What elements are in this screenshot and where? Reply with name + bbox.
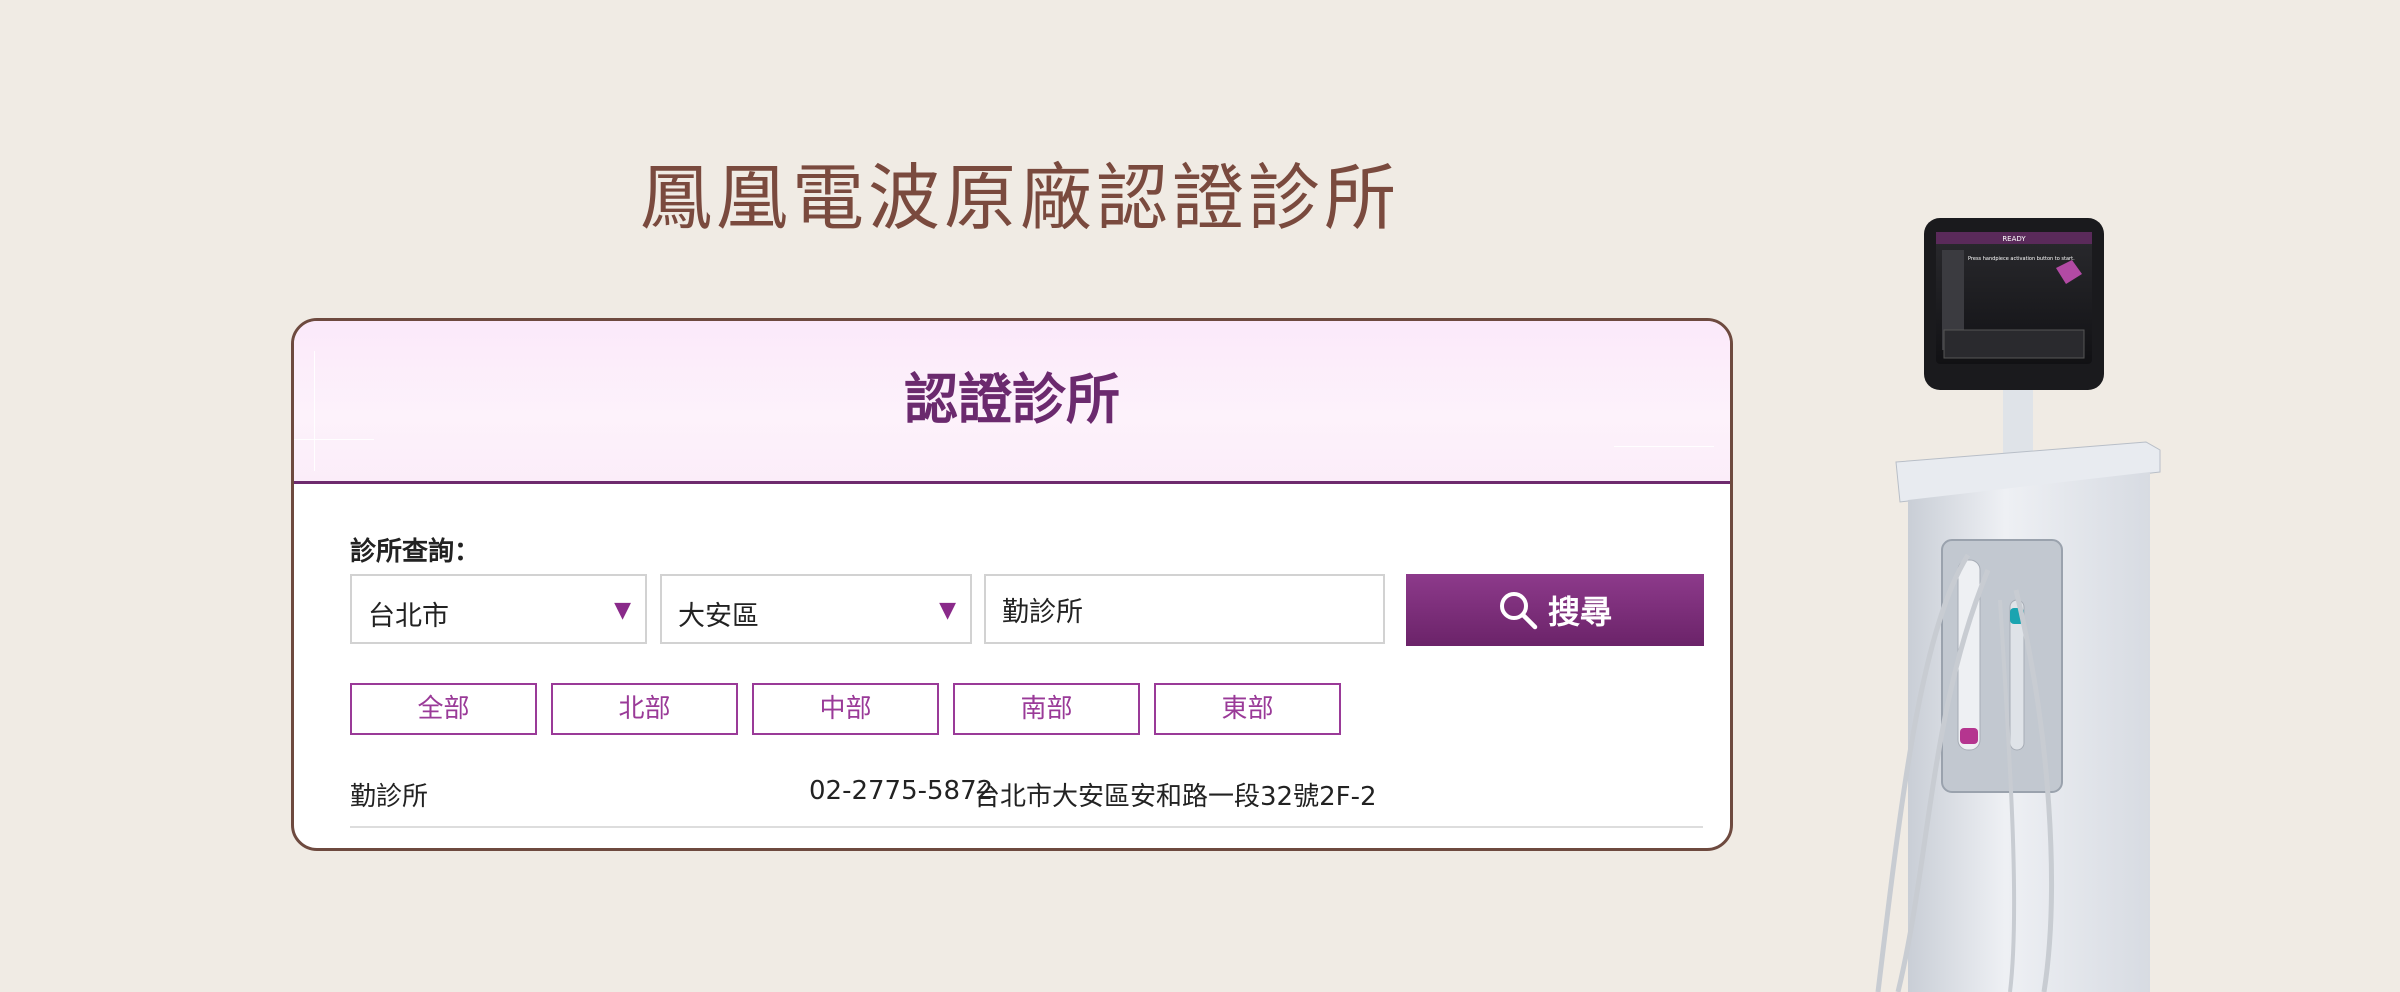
city-select[interactable]: 台北市 ▼ xyxy=(350,574,647,644)
search-button[interactable]: 搜尋 xyxy=(1406,574,1704,646)
region-tab-east[interactable]: 東部 xyxy=(1154,683,1341,735)
region-tab-north[interactable]: 北部 xyxy=(551,683,738,735)
device-screen-message: Press handpiece activation button to sta… xyxy=(1968,256,2075,262)
device-neck xyxy=(2003,390,2033,460)
clinic-result-row[interactable]: 勤診所 02-2775-5872 台北市大安區安和路一段32號2F-2 xyxy=(350,766,1703,828)
clinic-address: 台北市大安區安和路一段32號2F-2 xyxy=(974,782,1377,812)
thermage-device-image: READY Press handpiece activation button … xyxy=(1875,218,2161,992)
district-select[interactable]: 大安區 ▼ xyxy=(660,574,972,644)
header-decoration xyxy=(294,439,374,440)
keyword-input[interactable] xyxy=(984,574,1385,644)
card-title: 認證診所 xyxy=(904,368,1120,431)
region-tab-south[interactable]: 南部 xyxy=(953,683,1140,735)
device-screen-status: READY xyxy=(2002,235,2026,243)
district-select-value: 大安區 xyxy=(678,601,759,632)
dropdown-arrow-icon: ▼ xyxy=(939,598,956,623)
search-label: 診所查詢： xyxy=(350,537,481,567)
region-tab-central[interactable]: 中部 xyxy=(752,683,939,735)
card-header: 認證診所 xyxy=(294,321,1730,484)
dropdown-arrow-icon: ▼ xyxy=(614,598,631,623)
region-tab-all[interactable]: 全部 xyxy=(350,683,537,735)
header-decoration xyxy=(1614,446,1714,447)
search-icon xyxy=(1499,592,1538,630)
page-title: 鳳凰電波原廠認證診所 xyxy=(640,156,1401,240)
clinic-phone: 02-2775-5872 xyxy=(809,776,994,806)
clinic-search-card: 認證診所 診所查詢： 台北市 ▼ 大安區 ▼ 搜尋 全部 北部 中部 南部 東部… xyxy=(291,318,1733,851)
clinic-name: 勤診所 xyxy=(350,782,429,812)
search-button-label: 搜尋 xyxy=(1547,594,1612,630)
city-select-value: 台北市 xyxy=(368,601,449,632)
